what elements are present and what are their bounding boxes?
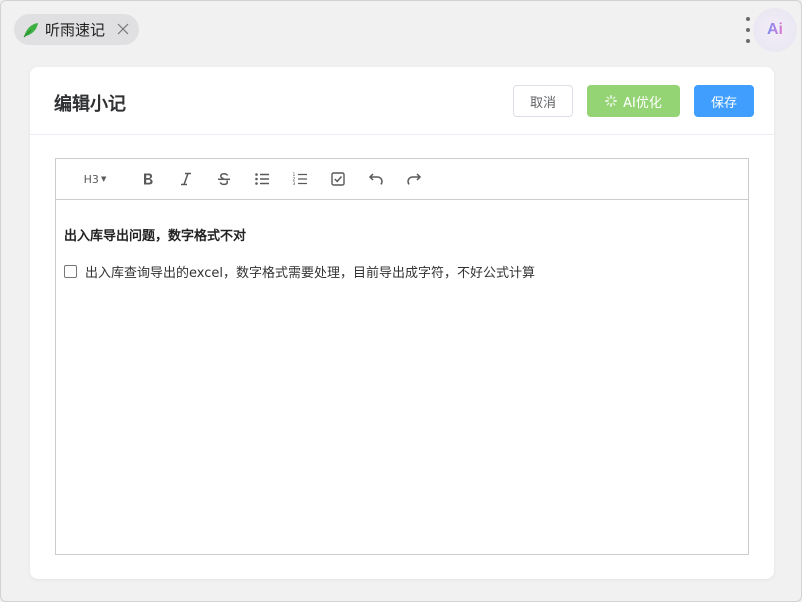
bold-icon[interactable] — [138, 169, 158, 189]
close-icon[interactable] — [115, 21, 131, 37]
ai-badge-label: Ai — [767, 21, 783, 38]
ai-optimize-label: AI优化 — [623, 95, 662, 111]
strikethrough-icon[interactable] — [214, 169, 234, 189]
todo-text[interactable]: 出入库查询导出的excel，数字格式需要处理，目前导出成字符，不好公式计算 — [85, 262, 535, 281]
document-heading[interactable]: 出入库导出问题，数字格式不对 — [64, 225, 246, 244]
caret-down-icon: ▼ — [100, 175, 107, 183]
todo-icon[interactable] — [328, 169, 348, 189]
undo-icon[interactable] — [366, 169, 386, 189]
rich-text-editor: H3 ▼ 123 出入库导出问题，数字格式不对 出入库查询导出的excel，数字… — [55, 158, 749, 555]
editor-toolbar: H3 ▼ 123 — [56, 159, 748, 200]
italic-icon[interactable] — [176, 169, 196, 189]
app-window: 听雨速记 Ai 编辑小记 取消 AI优化 保存 H3 ▼ 1 2 3 出入库导出… — [0, 0, 802, 602]
redo-icon[interactable] — [404, 169, 424, 189]
edit-note-dialog: 编辑小记 取消 AI优化 保存 H3 ▼ 1 2 3 出入库导出问题，数字格式不… — [30, 67, 774, 579]
app-logo-icon — [22, 21, 40, 39]
bullet-list-icon[interactable] — [252, 169, 272, 189]
todo-item[interactable]: 出入库查询导出的excel，数字格式需要处理，目前导出成字符，不好公式计算 — [64, 262, 535, 281]
ai-assistant-button[interactable]: Ai — [753, 8, 797, 52]
more-options-icon[interactable] — [743, 17, 753, 43]
heading-select-value: H3 — [83, 172, 99, 186]
loading-icon — [605, 95, 618, 107]
dialog-title: 编辑小记 — [54, 94, 126, 115]
todo-checkbox[interactable] — [64, 265, 77, 278]
numbered-list-icon[interactable]: 123 — [290, 169, 310, 189]
ai-optimize-button[interactable]: AI优化 — [587, 85, 680, 117]
heading-select[interactable]: H3 ▼ — [80, 169, 110, 189]
dialog-header: 编辑小记 取消 AI优化 保存 — [30, 67, 774, 135]
app-tab[interactable]: 听雨速记 — [14, 14, 139, 45]
app-tab-title: 听雨速记 — [45, 21, 106, 39]
cancel-button[interactable]: 取消 — [513, 85, 573, 117]
svg-text:3: 3 — [293, 181, 296, 187]
save-button[interactable]: 保存 — [694, 85, 754, 117]
